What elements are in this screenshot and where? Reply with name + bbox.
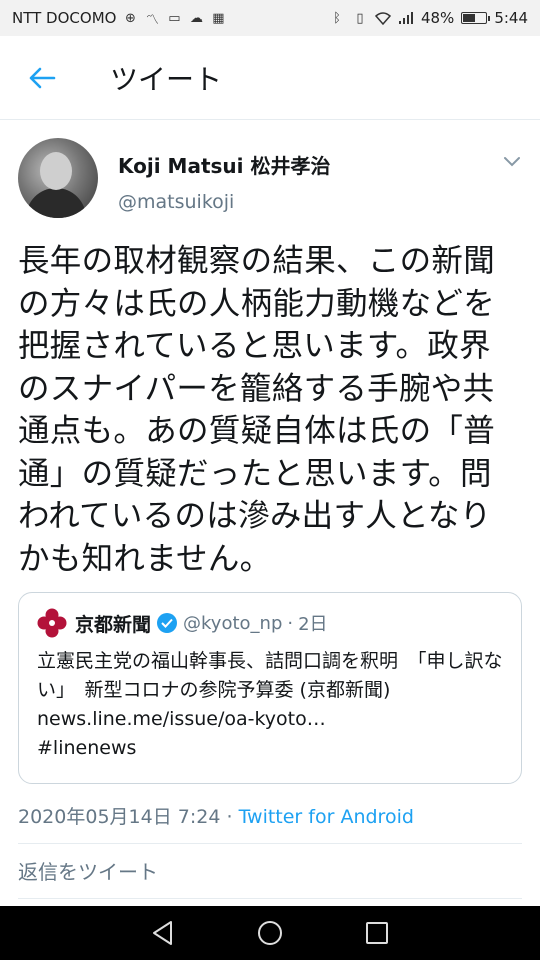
circle-home-icon [257,921,282,945]
signal-icon [398,10,414,26]
square-recents-icon [365,922,388,944]
battery-level [463,14,475,22]
quoted-tweet[interactable]: 京都新聞 @kyoto_np · 2日 立憲民主党の福山幹事長、詰問口調を釈明 … [18,592,522,784]
quoted-tweet-header: 京都新聞 @kyoto_np · 2日 [37,607,503,639]
author-names: Koji Matsui 松井孝治 @matsuikoji [118,138,330,222]
calendar-icon: ▦ [212,10,225,26]
quoted-display-name: 京都新聞 [75,613,152,636]
triangle-back-icon [153,921,173,945]
carrier-label: NTT DOCOMO [12,9,117,27]
clock: 5:44 [494,9,528,27]
tweet-menu-button[interactable] [502,152,522,172]
battery-icon [461,12,491,24]
nav-back-button[interactable] [148,918,178,948]
back-button[interactable] [0,36,84,120]
nav-recents-button[interactable] [362,918,392,948]
wifi-icon [374,10,391,26]
quoted-handle: @kyoto_np [183,612,283,634]
quoted-separator: · [287,612,294,634]
tweet-text: 長年の取材観察の結果、この新聞の方々は氏の人柄能力動機などを把握されていると思い… [18,243,496,577]
divider [18,843,522,844]
arrow-left-icon [29,67,56,88]
vibrate-icon: ▯ [356,10,364,26]
avatar[interactable] [18,138,98,218]
quoted-time: 2日 [298,614,328,635]
divider [18,898,522,899]
tweet-meta: 2020年05月14日 7:24 · Twitter for Android [18,802,414,829]
reply-input[interactable]: 返信をツイート [18,856,158,885]
trend-icon: 〽 [145,12,159,28]
card-icon: ▭ [168,10,181,26]
status-bar: NTT DOCOMO ⊕ 〽 ▭ ☁ ▦ ᛒ ▯ 48% 5:44 [0,0,540,36]
top-app-bar: ツイート [0,36,540,120]
user-handle[interactable]: @matsuikoji [118,191,330,213]
meta-separator: · [226,806,233,828]
display-name[interactable]: Koji Matsui 松井孝治 [118,150,330,179]
quoted-tweet-text: 立憲民主党の福山幹事長、詰問口調を釈明 「申し訳ない」 新型コロナの参院予算委 … [37,650,503,759]
cloud-icon: ☁ [189,10,203,26]
tweet-author: Koji Matsui 松井孝治 @matsuikoji [18,138,522,222]
tweet-date: 2020年05月14日 7:24 [18,806,221,828]
plus-circle-icon: ⊕ [124,10,136,26]
nav-home-button[interactable] [255,918,285,948]
kyoto-np-logo-icon [37,608,67,638]
verified-badge-icon [157,613,178,633]
battery-percent: 48% [420,9,455,27]
bluetooth-icon: ᛒ [333,10,341,26]
tweet-source-link[interactable]: Twitter for Android [239,806,414,828]
page-title: ツイート [110,62,223,96]
chevron-down-icon [504,157,520,167]
navigation-bar [0,906,540,960]
